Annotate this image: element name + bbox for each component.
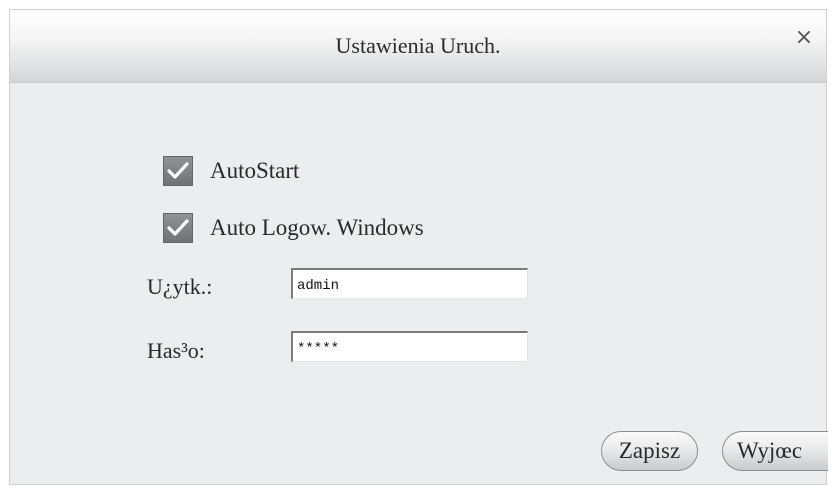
checkmark-icon [167, 219, 189, 236]
username-label: U¿ytk.: [147, 274, 213, 299]
exit-button[interactable]: Wyjœc [722, 431, 828, 471]
close-icon[interactable]: × [790, 24, 818, 52]
autostart-checkbox[interactable] [163, 156, 193, 186]
checkmark-icon [167, 162, 189, 179]
auto-login-label: Auto Logow. Windows [210, 215, 424, 240]
username-field[interactable] [291, 268, 528, 299]
auto-login-checkbox[interactable] [163, 213, 193, 243]
autostart-label: AutoStart [210, 158, 300, 183]
dialog-titlebar: Ustawienia Uruch. × [10, 10, 826, 83]
password-label: Has³o: [147, 338, 205, 363]
dialog-title: Ustawienia Uruch. [335, 33, 501, 58]
save-button[interactable]: Zapisz [601, 431, 698, 471]
password-field[interactable] [291, 331, 528, 362]
autostart-option[interactable]: AutoStart [163, 156, 299, 186]
startup-settings-dialog: Ustawienia Uruch. × AutoStart Auto Logow… [9, 9, 828, 485]
auto-login-option[interactable]: Auto Logow. Windows [163, 213, 424, 243]
